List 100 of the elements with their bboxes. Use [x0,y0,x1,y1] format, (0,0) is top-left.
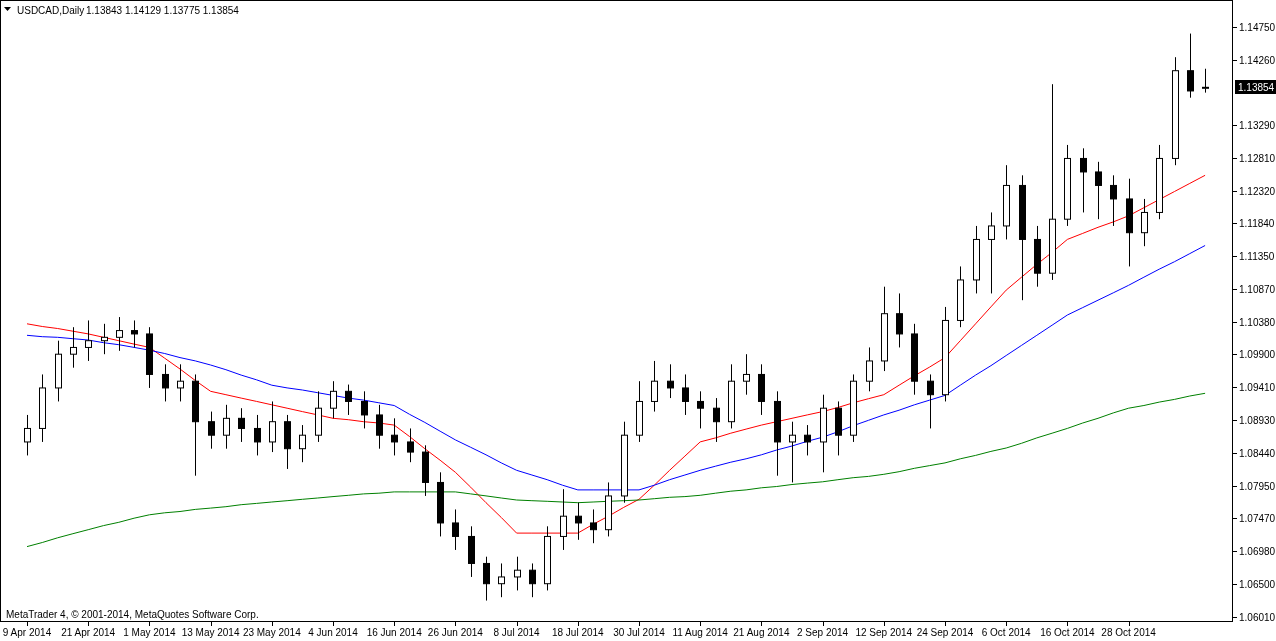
candlestick [254,414,261,456]
y-tick-label: 1.08930 [1239,414,1276,426]
candlestick [299,424,306,463]
price-axis-label: 1.09900 [1232,349,1276,361]
y-tick-label: 1.13290 [1239,120,1276,132]
candlestick [575,502,582,541]
quote-values: 1.13843 1.14129 1.13775 1.13854 [86,5,239,16]
x-tick-label: 8 Jul 2014 [493,627,541,638]
date-axis-label: 1 May 2014 [123,621,176,638]
candlestick [544,525,551,591]
x-tick-label: 11 Aug 2014 [672,627,729,638]
price-axis-label: 1.14750 [1232,21,1276,33]
x-tick-label: 6 Oct 2014 [981,627,1032,638]
candlestick [70,326,77,369]
y-tick-label: 1.11840 [1239,218,1275,230]
x-tick-label: 28 Oct 2014 [1101,627,1157,638]
y-tick-label: 1.12810 [1239,152,1276,164]
date-axis-label: 30 Jul 2014 [613,621,665,638]
date-axis-label: 11 Aug 2014 [672,621,728,638]
candlestick [391,417,398,456]
candlestick [1080,147,1087,213]
candlestick [238,407,245,443]
candlestick [605,481,612,537]
date-axis-label: 16 Oct 2014 [1040,621,1095,638]
x-tick-label: 26 Jun 2014 [427,627,484,638]
date-axis-label: 16 Jun 2014 [366,621,422,638]
candlestick [651,360,658,413]
candlestick [361,390,368,429]
date-axis-label: 13 May 2014 [181,621,240,638]
date-axis-label: 28 Oct 2014 [1101,621,1156,638]
x-tick-label: 21 Apr 2014 [61,627,116,638]
current-price-label: 1.13854 [1235,80,1276,94]
candlestick [483,556,490,602]
price-axis-label: 1.06500 [1232,578,1276,590]
dropdown-triangle-icon[interactable] [4,7,11,11]
candlestick [1110,174,1117,227]
candlestick [437,471,444,537]
candlestick [468,525,475,578]
price-axis-label: 1.11350 [1232,251,1275,263]
price-axis-label: 1.08930 [1232,414,1276,426]
candlestick [407,427,414,463]
x-tick-label: 24 Sep 2014 [916,627,974,638]
price-axis-label: 1.07950 [1232,480,1276,492]
y-tick-label: 1.10380 [1239,316,1276,328]
candlestick [269,400,276,453]
candlestick [560,488,567,551]
date-axis-label: 12 Sep 2014 [855,621,913,638]
y-tick-label: 1.14260 [1239,54,1276,66]
candlestick [1187,33,1194,99]
candlestick [162,363,169,402]
x-tick-label: 9 Apr 2014 [2,627,52,638]
y-tick-label: 1.06010 [1239,611,1276,623]
date-axis-label: 2 Sep 2014 [797,621,849,638]
price-axis-label: 1.06010 [1232,611,1276,623]
candlestick [1202,68,1209,94]
candlestick [376,404,383,450]
candlestick [146,326,153,389]
candlestick [24,414,31,456]
candlestick [452,508,459,551]
candlestick [713,397,720,443]
date-axis-label: 4 Jun 2014 [308,621,358,638]
price-axis-label: 1.13290 [1232,120,1276,132]
candlestick [636,380,643,443]
candlestick [498,562,505,598]
candlestick [728,363,735,429]
x-tick-label: 13 May 2014 [181,627,240,638]
y-tick-label: 1.09900 [1239,349,1276,361]
candlestick [590,508,597,544]
candlestick [1095,161,1102,220]
candlestick [284,414,291,470]
candlestick [927,373,934,429]
candlestick [514,556,521,591]
price-axis-label: 1.06980 [1232,546,1276,558]
x-tick-label: 30 Jul 2014 [613,627,666,638]
candlestick [131,319,138,348]
candlestick [896,292,903,348]
candlestick [101,323,108,355]
symbol-label: USDCAD,Daily [17,5,85,16]
date-axis-label: 21 Apr 2014 [61,621,116,638]
price-axis-label: 1.09410 [1232,382,1276,394]
candlestick [315,390,322,443]
date-axis-label: 21 Aug 2014 [733,621,790,638]
y-tick-label: 1.06500 [1239,578,1276,590]
y-tick-label: 1.07470 [1239,513,1276,525]
candlestick [850,373,857,443]
x-tick-label: 12 Sep 2014 [855,627,913,638]
price-axis-label: 1.14260 [1232,54,1276,66]
candlestick [208,411,215,450]
x-tick-label: 18 Jul 2014 [551,627,605,638]
candlestick [973,225,980,294]
candlestick [529,562,536,598]
x-tick-label: 1 May 2014 [123,627,176,638]
x-tick-label: 23 May 2014 [242,627,302,638]
x-tick-label: 16 Jun 2014 [366,627,423,638]
x-tick-label: 16 Oct 2014 [1040,627,1096,638]
candlestick [789,421,796,483]
candlestick [330,380,337,419]
price-axis-label: 1.10380 [1232,316,1276,328]
candlestick [116,316,123,352]
candlestick [422,444,429,497]
